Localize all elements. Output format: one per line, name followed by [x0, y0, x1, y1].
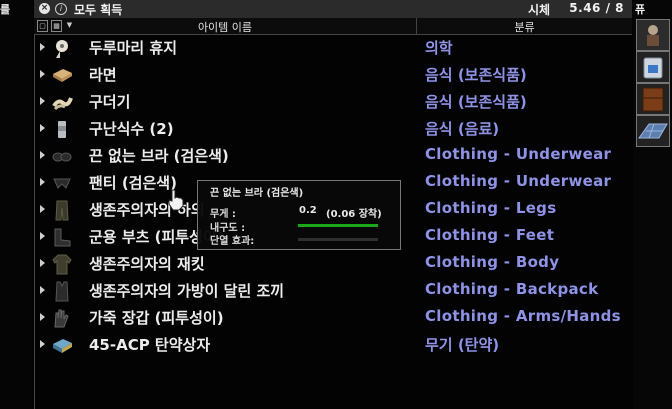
item-name: 구더기: [89, 93, 131, 111]
left-panel-edge: 를: [0, 0, 33, 409]
sidebar-backpack-button[interactable]: [636, 51, 670, 83]
corpse-container-icon: [647, 25, 659, 46]
list-item[interactable]: 45-ACP 탄약상자 무기 (탄약): [34, 332, 632, 359]
info-icon[interactable]: i: [55, 3, 67, 15]
item-name: 생존주의자의 하의: [89, 201, 205, 219]
item-category: Clothing - Legs: [425, 199, 557, 217]
expand-arrow-icon[interactable]: [40, 286, 45, 294]
maggot-icon: [52, 97, 73, 111]
crate-icon: [642, 87, 664, 112]
list-item[interactable]: 가죽 장갑 (피투성이) Clothing - Arms/Hands: [34, 305, 632, 332]
weight-readout: 5.46 / 8: [569, 1, 624, 15]
container-label: 시체: [528, 3, 551, 17]
list-item[interactable]: 끈 없는 브라 (검은색) Clothing - Underwear: [34, 143, 632, 170]
sidebar-corpse-button[interactable]: [636, 19, 670, 51]
jacket-icon: [52, 254, 72, 275]
item-category: Clothing - Arms/Hands: [425, 307, 621, 325]
expand-arrow-icon[interactable]: [40, 178, 45, 186]
item-category: 음식 (보존식품): [425, 66, 527, 84]
column-header: ▢ ▦ ▼ 아이템 이름 분류: [34, 18, 632, 35]
water-bottle-icon: [58, 121, 66, 138]
bra-icon: [52, 152, 72, 162]
item-tooltip: 끈 없는 브라 (검은색) 무게 : 0.2 (0.06 장착) 내구도 : 단…: [197, 180, 401, 250]
item-category: 무기 (탄약): [425, 336, 500, 354]
sidebar-floor-button[interactable]: [636, 115, 670, 147]
item-category: 음식 (음료): [425, 120, 500, 138]
item-category: Clothing - Backpack: [425, 280, 599, 298]
expand-arrow-icon[interactable]: [40, 43, 45, 51]
item-name: 구난식수 (2): [89, 120, 174, 138]
condition-bar-fill: [298, 224, 378, 227]
column-header-category[interactable]: 분류: [417, 19, 632, 35]
tooltip-weight-equipped: (0.06 장착): [326, 209, 382, 220]
tooltip-weight-value: 0.2: [299, 205, 317, 216]
list-item[interactable]: 구더기 음식 (보존식품): [34, 89, 632, 116]
vest-icon: [55, 281, 69, 302]
item-name: 끈 없는 브라 (검은색): [89, 147, 229, 165]
underwear-icon: [53, 178, 71, 189]
backpack-icon: [643, 57, 663, 79]
ammo-box-icon: [53, 339, 72, 353]
tooltip-title: 끈 없는 브라 (검은색): [210, 188, 304, 199]
loot-all-button[interactable]: 모두 획득: [74, 1, 122, 18]
sidebar-tag: 퓨: [635, 3, 646, 16]
item-name: 생존주의자의 재킷: [89, 255, 205, 273]
close-icon[interactable]: ×: [39, 3, 50, 14]
item-name: 두루마리 휴지: [89, 39, 178, 57]
expand-arrow-icon[interactable]: [40, 340, 45, 348]
list-item[interactable]: 두루마리 휴지 의학: [34, 35, 632, 62]
item-name: 45-ACP 탄약상자: [89, 336, 211, 354]
boots-icon: [54, 228, 71, 247]
item-name: 가죽 장갑 (피투성이): [89, 309, 224, 327]
sidebar-crate-button[interactable]: [636, 83, 670, 115]
list-item[interactable]: 구난식수 (2) 음식 (음료): [34, 116, 632, 143]
item-name: 라면: [89, 66, 117, 84]
expand-arrow-icon[interactable]: [40, 259, 45, 267]
item-category: 의학: [425, 39, 453, 57]
expand-arrow-icon[interactable]: [40, 205, 45, 213]
item-category: Clothing - Feet: [425, 226, 555, 244]
item-name: 생존주의자의 가방이 달린 조끼: [89, 282, 285, 300]
item-category: 음식 (보존식품): [425, 93, 527, 111]
floor-icon: [638, 123, 668, 139]
expand-arrow-icon[interactable]: [40, 124, 45, 132]
tooltip-weight-label: 무게 :: [210, 209, 236, 220]
item-category: Clothing - Underwear: [425, 172, 612, 190]
list-item[interactable]: 생존주의자의 가방이 달린 조끼 Clothing - Backpack: [34, 278, 632, 305]
expand-arrow-icon[interactable]: [40, 151, 45, 159]
toilet-paper-icon: [56, 40, 68, 58]
left-panel-tag: 를: [0, 3, 11, 16]
column-header-name[interactable]: 아이템 이름: [34, 19, 416, 35]
expand-arrow-icon[interactable]: [40, 313, 45, 321]
title-bar[interactable]: × i 모두 획득 시체 5.46 / 8: [34, 0, 632, 19]
list-item[interactable]: 라면 음식 (보존식품): [34, 62, 632, 89]
expand-arrow-icon[interactable]: [40, 97, 45, 105]
item-category: Clothing - Body: [425, 253, 560, 271]
hand-cursor-icon: [168, 189, 184, 211]
gloves-icon: [54, 309, 69, 328]
tooltip-insulation-label: 단열 효과:: [210, 236, 255, 247]
insulation-bar: [298, 238, 378, 241]
ramen-icon: [53, 69, 72, 82]
condition-bar: [298, 224, 378, 227]
item-category: Clothing - Underwear: [425, 145, 612, 163]
item-name: 팬티 (검은색): [89, 174, 177, 192]
expand-arrow-icon[interactable]: [40, 70, 45, 78]
pants-icon: [55, 200, 69, 221]
expand-arrow-icon[interactable]: [40, 232, 45, 240]
list-item[interactable]: 생존주의자의 재킷 Clothing - Body: [34, 251, 632, 278]
